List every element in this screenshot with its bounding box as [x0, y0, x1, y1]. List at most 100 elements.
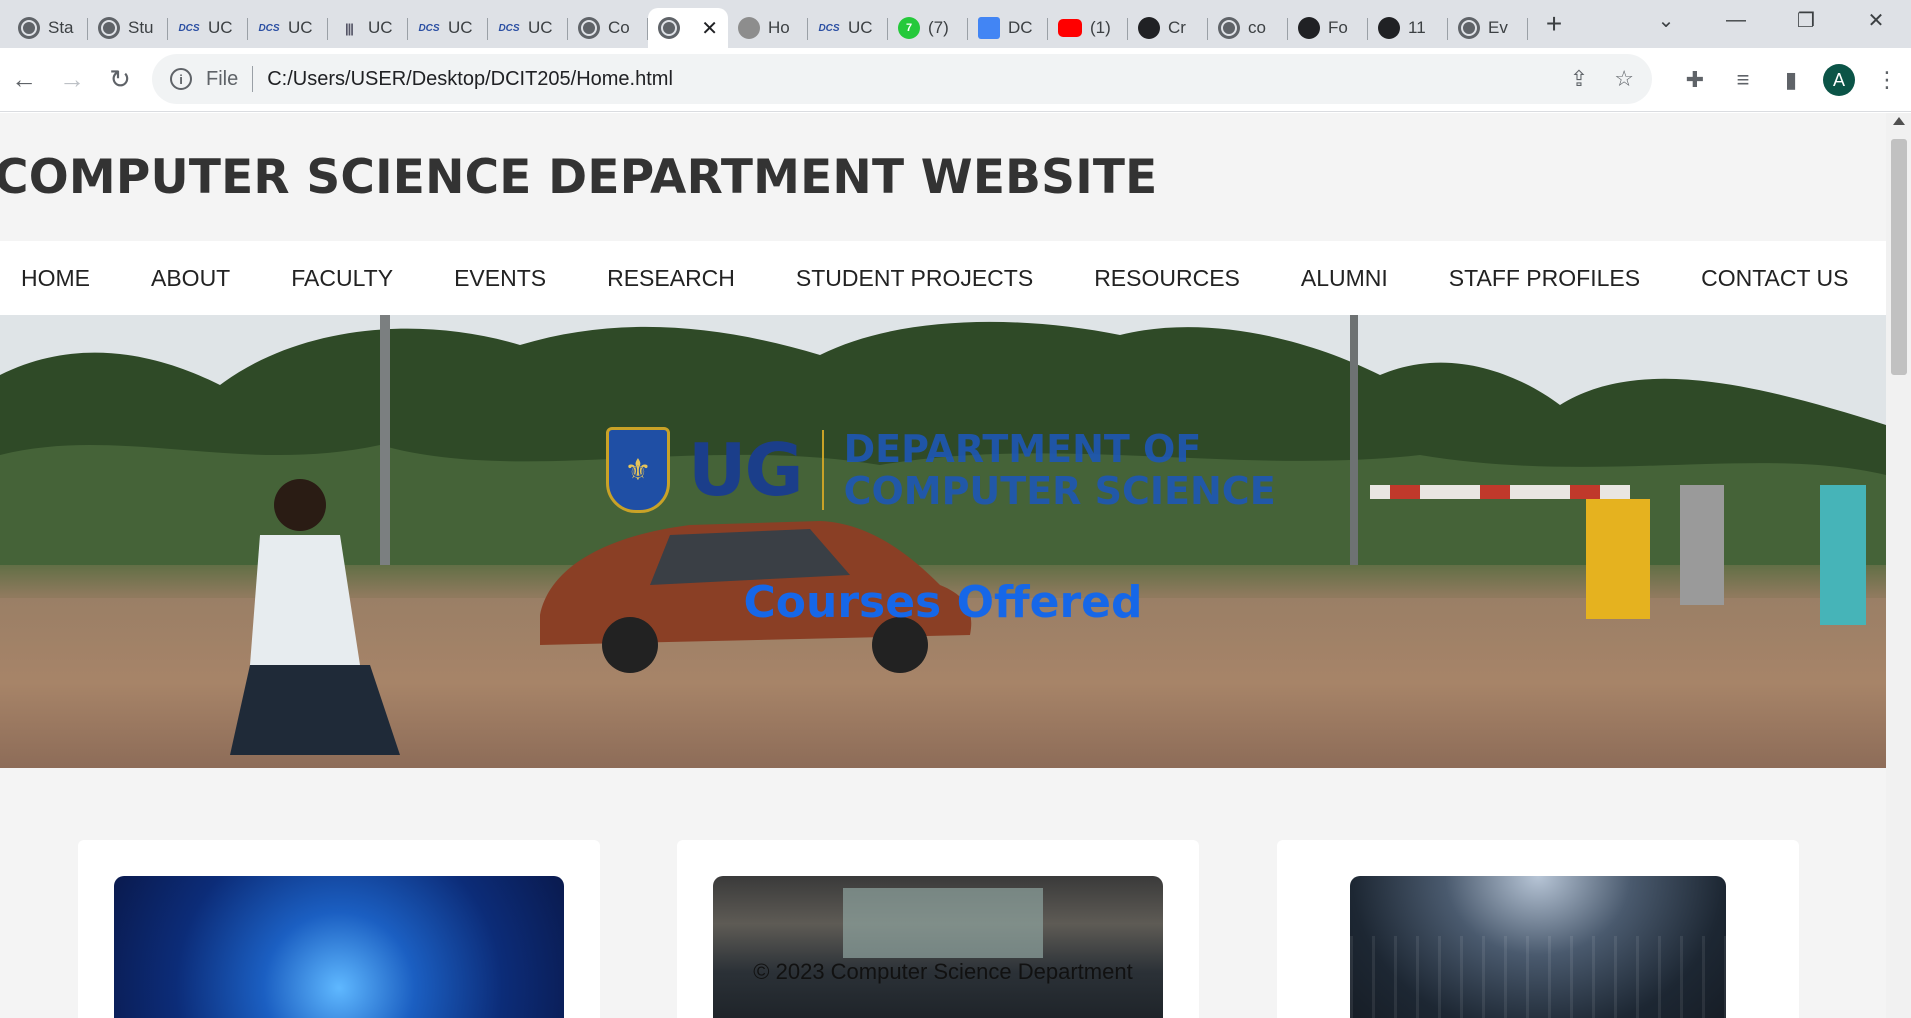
nav-link-student-projects[interactable]: STUDENT PROJECTS [796, 265, 1033, 292]
menu-kebab-icon[interactable]: ⋮ [1863, 56, 1911, 104]
nav-link-resources[interactable]: RESOURCES [1094, 265, 1240, 292]
globe-icon [1458, 17, 1480, 39]
browser-tab[interactable]: ✕ [648, 8, 728, 48]
browser-tab[interactable]: co [1208, 8, 1288, 48]
globe-icon [658, 17, 680, 39]
browser-tab[interactable]: Ev [1448, 8, 1528, 48]
browser-tab[interactable]: ||| UC [328, 8, 408, 48]
page-viewport: COMPUTER SCIENCE DEPARTMENT WEBSITE HOME… [0, 113, 1886, 1018]
github-icon [1378, 17, 1400, 39]
tab-list: Sta Stu DCS UC DCS UC ||| UC DCS UC DCS UC Co ✕ Ho DCS U… [0, 0, 1528, 48]
tab-title: Ho [768, 18, 790, 37]
tab-title: Ev [1488, 18, 1508, 37]
page-scrollbar[interactable] [1886, 113, 1911, 1018]
tab-title: DC [1008, 18, 1033, 37]
back-button[interactable]: ← [0, 56, 48, 104]
browser-tab[interactable]: 7 (7) [888, 8, 968, 48]
minimize-button[interactable]: — [1701, 0, 1771, 40]
profile-avatar[interactable]: A [1823, 64, 1855, 96]
browser-tab[interactable]: Fo [1288, 8, 1368, 48]
tab-title: UC [848, 18, 873, 37]
browser-tab[interactable]: DC [968, 8, 1048, 48]
ug-crest-icon: ⚜ [606, 427, 670, 513]
course-card-2[interactable] [677, 840, 1199, 1018]
course-card-3[interactable] [1277, 840, 1799, 1018]
tab-title: 11 [1408, 18, 1426, 37]
tab-title: Sta [48, 18, 74, 37]
dcs-icon: DCS [258, 22, 280, 34]
seven-icon: 7 [898, 17, 920, 39]
address-divider [252, 66, 254, 92]
browser-tab[interactable]: 11 [1368, 8, 1448, 48]
browser-tab[interactable]: Ho [728, 8, 808, 48]
dcs-icon: DCS [818, 22, 840, 34]
tab-title: UC [208, 18, 233, 37]
github-icon [1138, 17, 1160, 39]
toolbar-actions: ✚ ≡ ▮ A ⋮ [1671, 48, 1911, 112]
browser-tab[interactable]: Co [568, 8, 648, 48]
address-bar[interactable]: i File C:/Users/USER/Desktop/DCIT205/Hom… [152, 54, 1652, 104]
tab-title: UC [448, 18, 473, 37]
tab-title: UC [368, 18, 393, 37]
logo-line-1: DEPARTMENT OF [843, 427, 1202, 471]
logo-line-2: COMPUTER SCIENCE [843, 469, 1276, 513]
dcs-icon: DCS [498, 22, 520, 34]
dcs-icon: DCS [178, 22, 200, 34]
info-icon[interactable]: i [170, 68, 192, 90]
ug-icon [738, 17, 760, 39]
scheme-label: File [206, 67, 239, 90]
course-card-2-image [713, 876, 1163, 1018]
globe-icon [98, 17, 120, 39]
browser-tab[interactable]: DCS UC [408, 8, 488, 48]
scroll-up-arrow-icon[interactable] [1893, 117, 1905, 125]
course-card-1[interactable] [78, 840, 600, 1018]
browser-tab[interactable]: DCS UC [168, 8, 248, 48]
close-tab-icon[interactable]: ✕ [701, 16, 718, 41]
tab-title: Fo [1328, 18, 1348, 37]
tab-title: UC [288, 18, 313, 37]
github-icon [1298, 17, 1320, 39]
extensions-puzzle-icon[interactable]: ✚ [1671, 56, 1719, 104]
nav-link-events[interactable]: EVENTS [454, 265, 546, 292]
logo-divider [821, 430, 824, 510]
nav-link-contact-us[interactable]: CONTACT US [1701, 265, 1848, 292]
browser-tab[interactable]: Stu [88, 8, 168, 48]
logo-department-text: DEPARTMENT OF COMPUTER SCIENCE [844, 428, 1276, 512]
nav-link-research[interactable]: RESEARCH [607, 265, 735, 292]
footer-copyright: © 2023 Computer Science Department [753, 959, 1133, 984]
nav-link-staff-profiles[interactable]: STAFF PROFILES [1449, 265, 1640, 292]
bookmark-star-icon[interactable]: ☆ [1614, 66, 1634, 92]
course-card-3-image [1350, 876, 1726, 1018]
omnibox-actions: ⇪ ☆ [1570, 54, 1634, 104]
scroll-thumb[interactable] [1891, 139, 1907, 375]
nav-link-home[interactable]: HOME [21, 265, 90, 292]
media-queue-icon[interactable]: ≡ [1719, 56, 1767, 104]
browser-tab[interactable]: Sta [8, 8, 88, 48]
courses-offered-heading: Courses Offered [743, 577, 1143, 628]
reload-button[interactable]: ↻ [96, 56, 144, 104]
tab-title: Co [608, 18, 630, 37]
side-panel-icon[interactable]: ▮ [1767, 56, 1815, 104]
browser-tab[interactable]: DCS UC [488, 8, 568, 48]
browser-tab[interactable]: (1) [1048, 8, 1128, 48]
share-icon[interactable]: ⇪ [1570, 66, 1588, 92]
browser-tab[interactable]: DCS UC [248, 8, 328, 48]
nav-link-faculty[interactable]: FACULTY [291, 265, 393, 292]
forward-button[interactable]: → [48, 56, 96, 104]
nav-link-about[interactable]: ABOUT [151, 265, 230, 292]
browser-tab[interactable]: DCS UC [808, 8, 888, 48]
youtube-icon [1058, 19, 1082, 37]
docs-icon [978, 17, 1000, 39]
restore-button[interactable]: ❐ [1771, 0, 1841, 40]
site-nav: HOME ABOUT FACULTY EVENTS RESEARCH STUDENT PR… [0, 241, 1886, 315]
ug-logo-letters: UG [688, 428, 804, 512]
hero-banner: ⚜ UG DEPARTMENT OF COMPUTER SCIENCE Cour… [0, 315, 1886, 768]
new-tab-button[interactable]: + [1532, 4, 1576, 44]
browser-tab[interactable]: Cr [1128, 8, 1208, 48]
course-card-1-image [114, 876, 564, 1018]
ug-department-logo: ⚜ UG DEPARTMENT OF COMPUTER SCIENCE [606, 427, 1276, 513]
close-window-button[interactable]: ✕ [1841, 0, 1911, 40]
nav-link-alumni[interactable]: ALUMNI [1301, 265, 1388, 292]
url-text[interactable]: C:/Users/USER/Desktop/DCIT205/Home.html [267, 68, 673, 91]
tab-search-chevron-icon[interactable]: ⌄ [1631, 0, 1701, 40]
